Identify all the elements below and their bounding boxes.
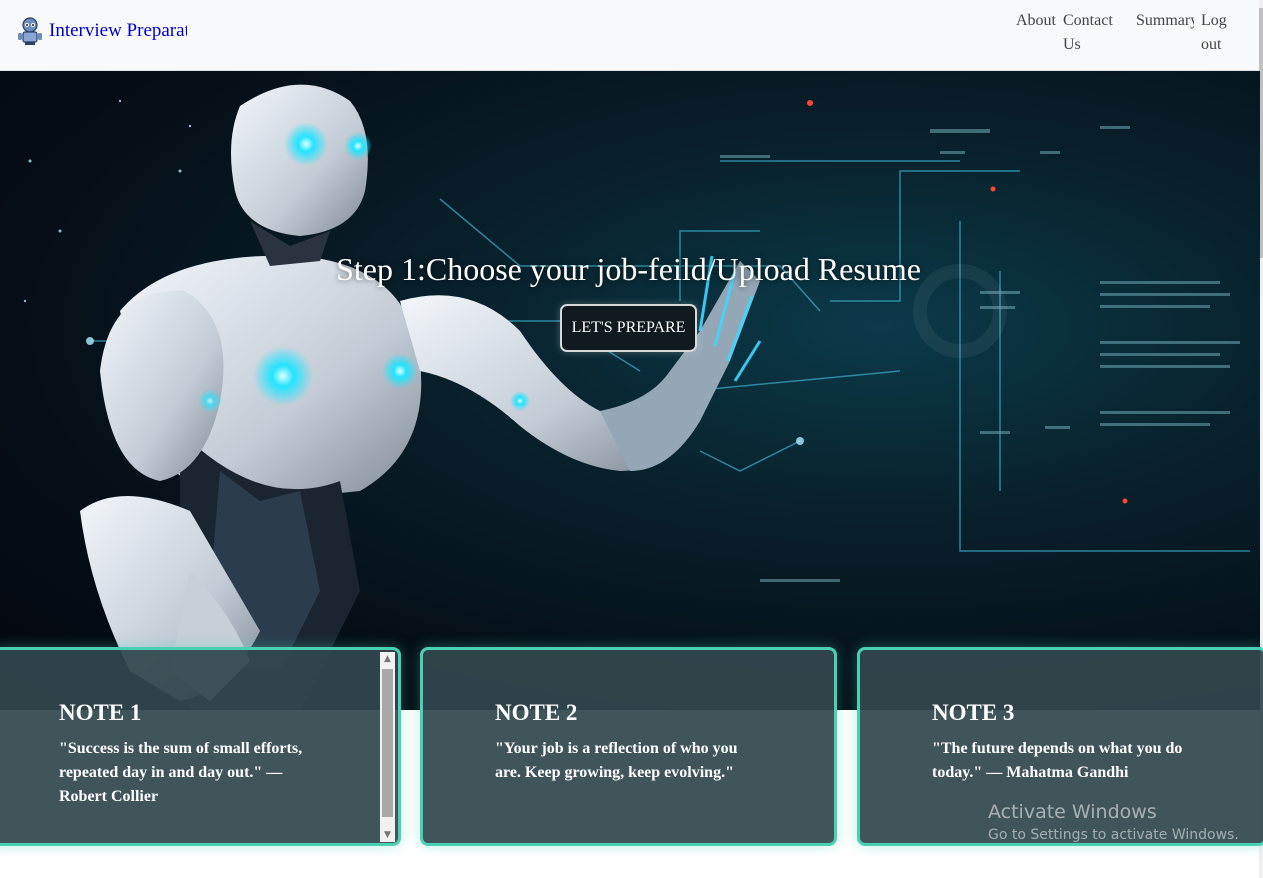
robot-hero-image — [23, 84, 1250, 710]
nav-summary-link[interactable]: Summary — [1136, 9, 1194, 33]
note-card-2: NOTE 2 "Your job is a reflection of who … — [420, 647, 837, 846]
robot-logo-icon — [18, 17, 42, 45]
note-quote: "The future depends on what you do today… — [932, 740, 1183, 781]
activate-windows-title: Activate Windows — [988, 801, 1157, 823]
activate-windows-subtitle: Go to Settings to activate Windows. — [988, 827, 1239, 843]
note-scrollbar-thumb[interactable] — [382, 669, 393, 817]
note-title: NOTE 3 — [932, 700, 1015, 725]
brand-link[interactable]: Interview Preparation — [16, 16, 187, 46]
nav-logout-link[interactable]: Log out — [1201, 9, 1237, 57]
scroll-up-arrow-icon[interactable]: ▲ — [380, 652, 395, 666]
nav-about-link[interactable]: About — [1016, 9, 1056, 33]
nav-contact-link[interactable]: Contact Us — [1063, 9, 1125, 57]
note-title: NOTE 1 — [59, 700, 142, 725]
note-card-1: NOTE 1 "Success is the sum of small effo… — [0, 647, 401, 846]
scroll-down-arrow-icon[interactable]: ▼ — [380, 828, 395, 842]
activate-windows-watermark: Activate Windows Go to Settings to activ… — [988, 800, 1239, 845]
hero-title: Step 1:Choose your job-feild/Upload Resu… — [336, 251, 921, 287]
note-quote: "Success is the sum of small efforts, re… — [59, 740, 303, 805]
lets-prepare-button[interactable]: LET'S PREPARE — [560, 304, 697, 352]
note-quote: "Your job is a reflection of who you are… — [495, 740, 738, 781]
note-scrollbar[interactable]: ▲ ▼ — [380, 652, 395, 842]
brand-title: Interview Preparation — [49, 20, 187, 41]
navbar: Interview Preparation About Contact Us S… — [0, 0, 1263, 71]
hero-banner: Step 1:Choose your job-feild/Upload Resu… — [0, 71, 1260, 710]
note-title: NOTE 2 — [495, 700, 578, 725]
